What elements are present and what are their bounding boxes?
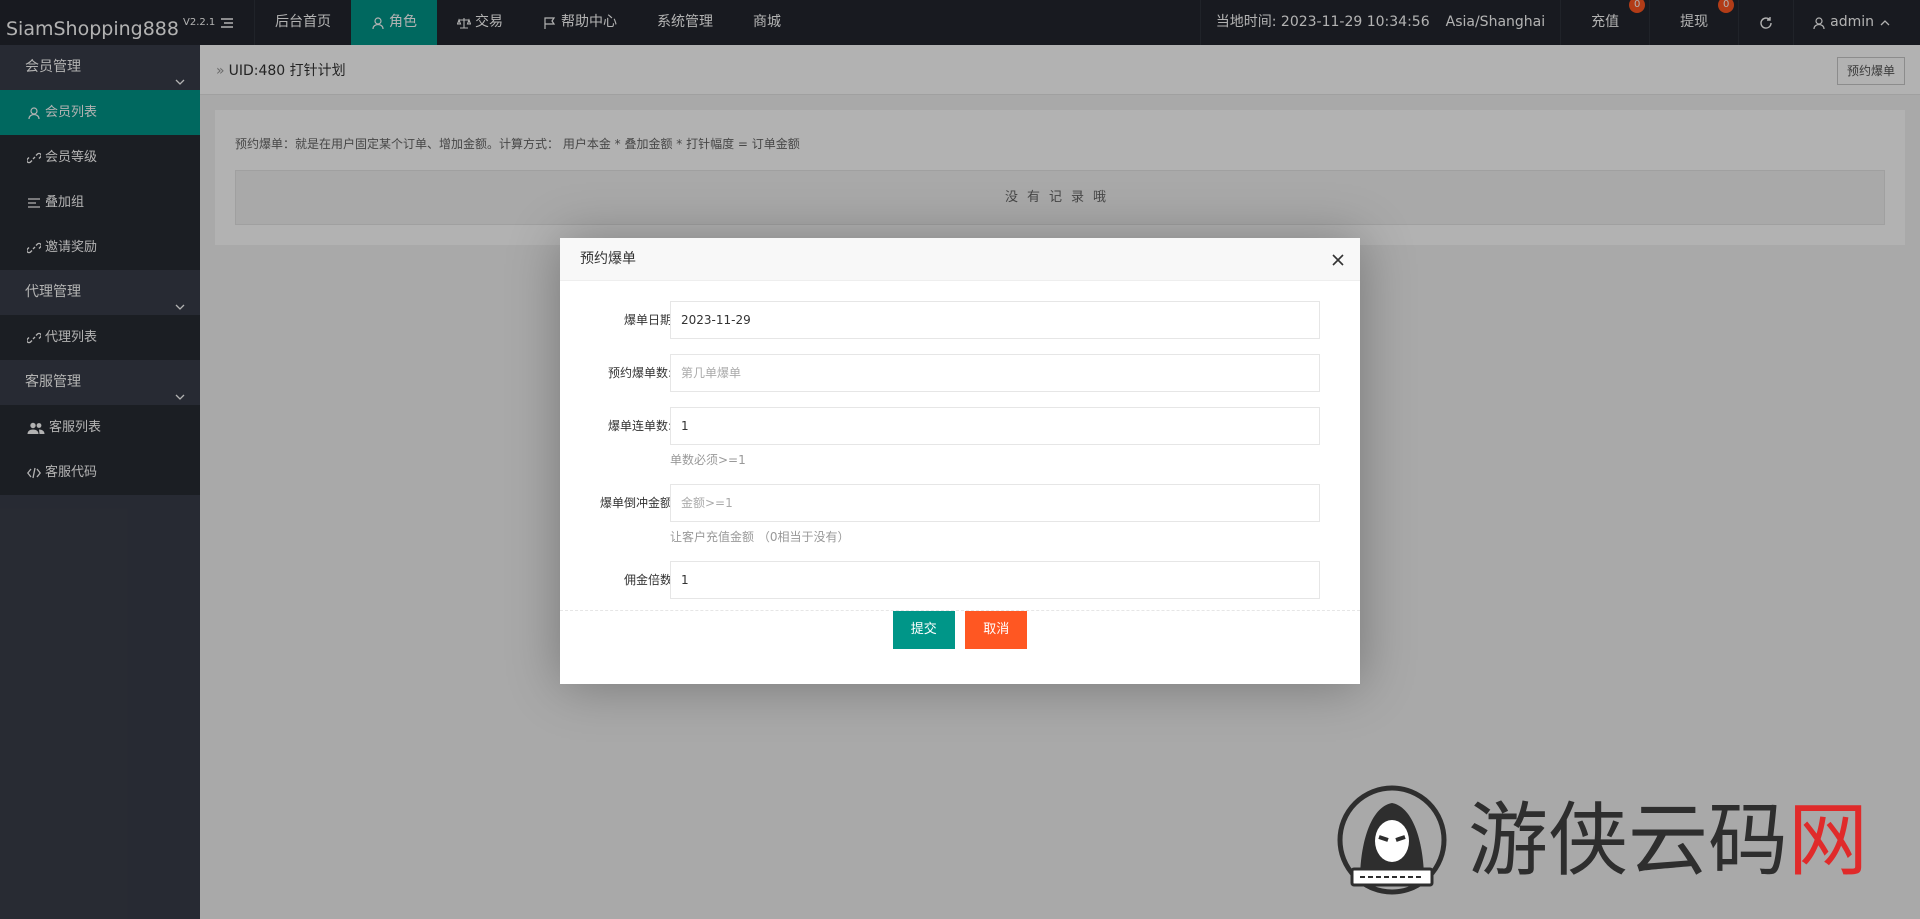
field-label: 预约爆单数:: [607, 366, 672, 380]
field-help: 让客户充值金额 （0相当于没有）: [670, 530, 850, 544]
field-label: 爆单日期: [623, 313, 672, 327]
modal-footer: 提交 取消: [560, 611, 1360, 649]
field-label: 爆单倒冲金额: [599, 496, 672, 510]
recharge-amount-input[interactable]: [670, 484, 1320, 522]
modal-title: 预约爆单: [580, 251, 636, 267]
reserve-order-modal: 预约爆单 爆单日期 预约爆单数: 爆单连单数: 单数必须>=1 爆单倒冲金额 让…: [560, 238, 1360, 684]
submit-button[interactable]: 提交: [892, 611, 955, 649]
hacker-logo-icon: [1337, 785, 1447, 895]
commission-multiplier-input[interactable]: [670, 561, 1320, 599]
watermark-mark: 网: [1788, 794, 1868, 887]
cancel-button[interactable]: 取消: [965, 611, 1028, 649]
field-label: 佣金倍数: [623, 573, 672, 587]
chain-count-input[interactable]: [670, 407, 1320, 445]
field-help: 单数必须>=1: [670, 453, 746, 467]
order-number-input[interactable]: [670, 354, 1320, 392]
field-label: 爆单连单数:: [607, 419, 672, 433]
watermark: 游侠云码网: [1330, 785, 1890, 895]
modal-form: 爆单日期 预约爆单数: 爆单连单数: 单数必须>=1 爆单倒冲金额 让客户充值金…: [560, 281, 1360, 611]
watermark-text: 游侠云码网: [1468, 794, 1868, 887]
date-input[interactable]: [670, 301, 1320, 339]
modal-header: 预约爆单: [560, 238, 1360, 281]
close-icon[interactable]: [1330, 252, 1346, 268]
